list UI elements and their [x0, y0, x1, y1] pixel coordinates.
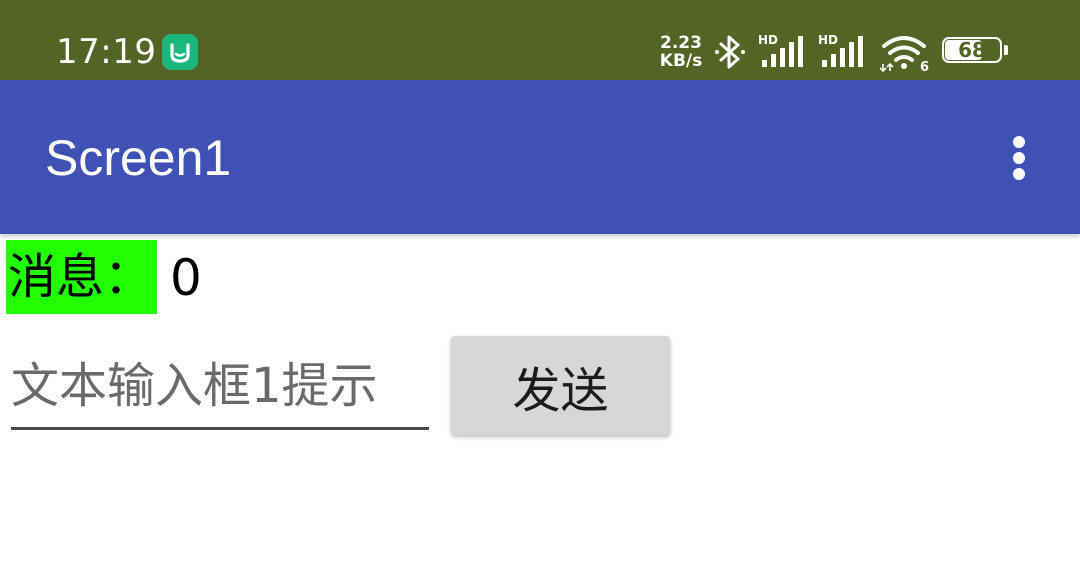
signal-2-badge: HD	[818, 33, 838, 47]
cell-signal-icon-1: HD	[758, 32, 812, 70]
status-time: 17:19	[56, 32, 157, 72]
network-speed-value: 2.23	[660, 33, 702, 53]
app-bar: Screen1	[0, 80, 1080, 234]
message-value: 0	[170, 249, 202, 307]
signal-1-badge: HD	[758, 33, 778, 47]
network-speed-unit: KB/s	[659, 51, 703, 71]
message-label: 消息：	[6, 240, 157, 314]
text-input-1[interactable]	[11, 345, 429, 430]
battery-tip	[1004, 45, 1008, 55]
wifi-badge: 6	[920, 60, 929, 72]
status-bar: 17:19 2.23 KB/s HD HD 6 68	[0, 0, 1080, 80]
network-speed: 2.23 KB/s	[656, 34, 706, 70]
wifi-icon: 6	[879, 34, 932, 75]
bluetooth-icon	[712, 32, 748, 72]
more-vert-icon[interactable]	[1004, 134, 1034, 182]
send-button[interactable]: 发送	[451, 336, 670, 435]
battery-level: 68	[958, 38, 986, 62]
mi-home-icon	[162, 34, 198, 70]
cell-signal-icon-2: HD	[818, 32, 872, 70]
battery-indicator: 68	[942, 37, 1008, 65]
screen-title: Screen1	[45, 130, 232, 186]
